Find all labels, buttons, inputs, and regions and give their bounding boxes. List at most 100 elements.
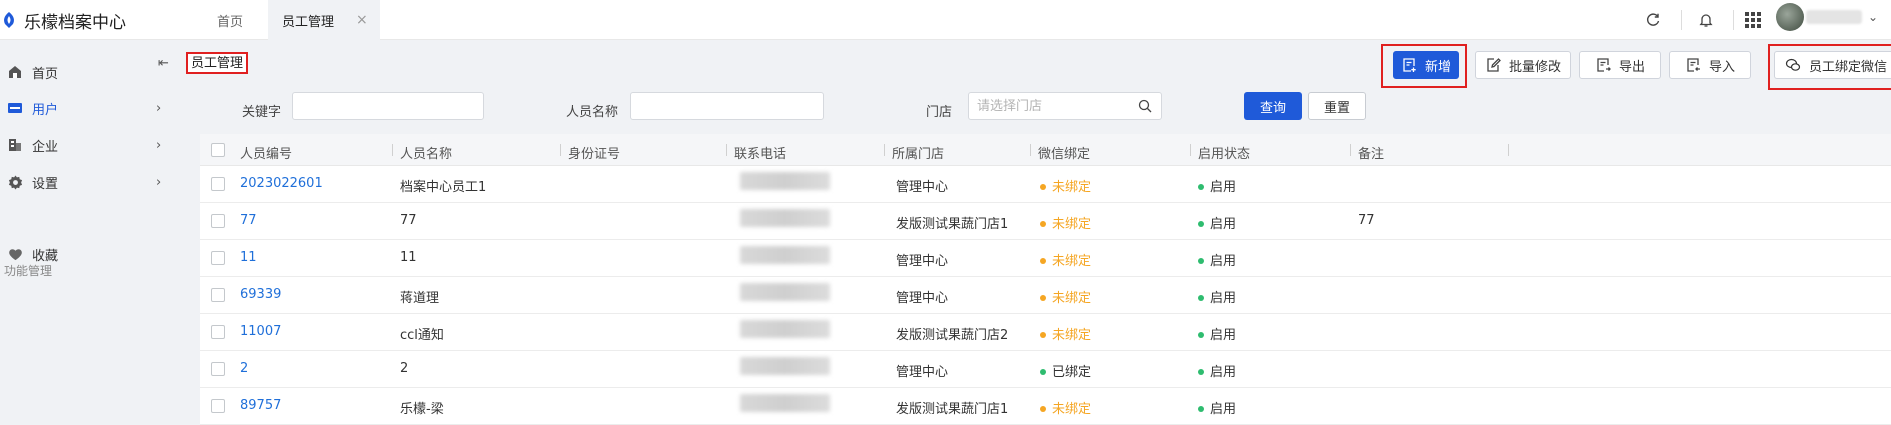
- column-divider[interactable]: [1350, 144, 1351, 156]
- column-header[interactable]: 联系电话: [734, 143, 786, 162]
- column-header[interactable]: 所属门店: [892, 143, 944, 162]
- wechat-icon: [1785, 57, 1801, 73]
- search-icon[interactable]: [1138, 99, 1152, 117]
- select-all-checkbox[interactable]: [211, 143, 225, 157]
- staff-name: 77: [400, 213, 417, 228]
- row-checkbox[interactable]: [211, 399, 225, 413]
- chevron-right-icon: ›: [156, 174, 162, 190]
- store-select[interactable]: [968, 92, 1162, 120]
- row-checkbox[interactable]: [211, 177, 225, 191]
- staff-id-link[interactable]: 2023022601: [240, 176, 323, 191]
- table-row[interactable]: 77 77 发版测试果蔬门店1 未绑定 启用 77: [200, 203, 1891, 240]
- tab-staff-label: 员工管理: [282, 14, 335, 30]
- staff-id-link[interactable]: 2: [240, 361, 248, 376]
- phone-redacted: [740, 320, 830, 338]
- heart-icon: [6, 245, 24, 263]
- column-header[interactable]: 人员编号: [240, 143, 292, 162]
- row-checkbox[interactable]: [211, 214, 225, 228]
- table-row[interactable]: 89757 乐檬-梁 发版测试果蔬门店1 未绑定 启用: [200, 388, 1891, 425]
- sidebar-item-enterprise[interactable]: 企业 ›: [0, 127, 186, 163]
- wechat-status: 未绑定: [1040, 324, 1091, 343]
- staff-id-link[interactable]: 11007: [240, 324, 281, 339]
- column-header[interactable]: 微信绑定: [1038, 143, 1090, 162]
- staff-id-link[interactable]: 77: [240, 213, 257, 228]
- reset-button[interactable]: 重置: [1308, 92, 1366, 120]
- enabled-status-text: 启用: [1210, 180, 1237, 195]
- wechat-status: 未绑定: [1040, 398, 1091, 417]
- wechat-status: 未绑定: [1040, 213, 1091, 232]
- toolbar-divider: [1733, 10, 1734, 30]
- table-row[interactable]: 11 11 管理中心 未绑定 启用: [200, 240, 1891, 277]
- add-button-label: 新增: [1424, 59, 1451, 75]
- phone-redacted: [740, 394, 830, 412]
- sidebar-item-home[interactable]: 首页: [0, 54, 186, 90]
- column-divider[interactable]: [392, 144, 393, 156]
- wechat-status-text: 未绑定: [1052, 328, 1092, 343]
- column-header[interactable]: 备注: [1358, 143, 1384, 162]
- page-title: 员工管理: [186, 52, 249, 74]
- app-logo[interactable]: 乐檬档案中心: [0, 0, 126, 40]
- row-checkbox[interactable]: [211, 251, 225, 265]
- status-dot: [1040, 405, 1046, 412]
- bell-icon[interactable]: [1693, 7, 1719, 33]
- staff-id-link[interactable]: 69339: [240, 287, 281, 302]
- status-dot: [1198, 368, 1204, 375]
- keyword-input[interactable]: [292, 92, 484, 120]
- wechat-status-text: 未绑定: [1052, 402, 1092, 417]
- chevron-down-icon[interactable]: ⌄: [1868, 10, 1878, 24]
- wechat-status: 未绑定: [1040, 176, 1091, 195]
- staff-id-link[interactable]: 11: [240, 250, 257, 265]
- row-checkbox[interactable]: [211, 288, 225, 302]
- row-checkbox[interactable]: [211, 362, 225, 376]
- phone-redacted: [740, 209, 830, 227]
- bind-wechat-button[interactable]: 员工绑定微信: [1774, 51, 1891, 79]
- refresh-icon[interactable]: [1640, 7, 1666, 33]
- batch-edit-button[interactable]: 批量修改: [1475, 51, 1571, 79]
- column-divider[interactable]: [560, 144, 561, 156]
- chevron-right-icon: ›: [156, 137, 162, 153]
- column-divider[interactable]: [884, 144, 885, 156]
- status-dot: [1198, 331, 1204, 338]
- query-button[interactable]: 查询: [1244, 92, 1302, 120]
- enabled-status-text: 启用: [1210, 365, 1237, 380]
- sidebar-item-users[interactable]: 用户 ›: [0, 90, 186, 126]
- top-bar: 乐檬档案中心 首页 员工管理 × ⌄: [0, 0, 1891, 40]
- enabled-status: 启用: [1198, 398, 1236, 417]
- phone-redacted: [740, 357, 830, 375]
- add-button[interactable]: 新增: [1393, 51, 1459, 79]
- tab-close-icon[interactable]: ×: [356, 12, 368, 28]
- tab-home[interactable]: 首页: [200, 0, 260, 40]
- app-grid-icon[interactable]: [1740, 7, 1766, 33]
- table-row[interactable]: 69339 蒋道理 管理中心 未绑定 启用: [200, 277, 1891, 314]
- export-button[interactable]: 导出: [1579, 51, 1661, 79]
- column-divider[interactable]: [726, 144, 727, 156]
- add-document-icon: [1401, 57, 1417, 73]
- enabled-status: 启用: [1198, 250, 1236, 269]
- enabled-status-text: 启用: [1210, 291, 1237, 306]
- store-name: 发版测试果蔬门店2: [896, 328, 1009, 343]
- logo-icon: [4, 12, 14, 28]
- person-name-input[interactable]: [630, 92, 824, 120]
- column-divider[interactable]: [1190, 144, 1191, 156]
- status-dot: [1198, 257, 1204, 264]
- sidebar-item-settings[interactable]: 设置 ›: [0, 164, 186, 200]
- column-divider[interactable]: [1508, 144, 1509, 156]
- table-row[interactable]: 2 2 管理中心 已绑定 启用: [200, 351, 1891, 388]
- row-checkbox[interactable]: [211, 325, 225, 339]
- user-avatar[interactable]: [1776, 3, 1804, 31]
- table-row[interactable]: 2023022601 档案中心员工1 管理中心 未绑定 启用: [200, 166, 1891, 203]
- phone-redacted: [740, 172, 830, 190]
- tab-staff-management[interactable]: 员工管理 ×: [268, 0, 380, 40]
- column-header[interactable]: 启用状态: [1198, 143, 1250, 162]
- staff-name: 蒋道理: [400, 291, 440, 306]
- table-row[interactable]: 11007 ccl通知 发版测试果蔬门店2 未绑定 启用: [200, 314, 1891, 351]
- staff-name: 2: [400, 361, 409, 376]
- sidebar-item-favorites[interactable]: 收藏: [0, 236, 186, 272]
- column-header[interactable]: 人员名称: [400, 143, 452, 162]
- staff-name: 乐檬-梁: [400, 402, 444, 417]
- import-button[interactable]: 导入: [1669, 51, 1751, 79]
- column-divider[interactable]: [1030, 144, 1031, 156]
- staff-id-link[interactable]: 89757: [240, 398, 281, 413]
- column-header[interactable]: 身份证号: [568, 143, 620, 162]
- staff-table: 人员编号 人员名称 身份证号 联系电话 所属门店 微信绑定 启用状态 备注 20…: [200, 134, 1891, 425]
